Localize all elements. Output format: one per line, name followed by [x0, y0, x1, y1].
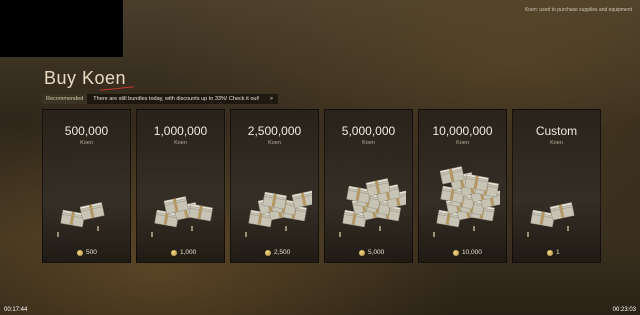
bundle-price: 2,500 [265, 249, 290, 256]
timer-left: 00:17:44 [4, 307, 28, 313]
top-hint: Koen: used to purchase supplies and equi… [524, 7, 632, 13]
page-title: Buy Koen [44, 68, 127, 88]
bundle-price: 10,000 [453, 249, 482, 256]
banknote-stack-icon [527, 202, 575, 237]
banknote-stack-icon [245, 190, 312, 237]
bundle-unit: Koen [174, 140, 187, 146]
bullet-casing [527, 232, 529, 237]
black-overlay [0, 0, 123, 57]
bundle-price: 5,000 [359, 249, 384, 256]
bundle-amount: 1,000,000 [153, 124, 208, 138]
bundle-unit: Koen [80, 140, 93, 146]
banknote-bundle [79, 202, 105, 221]
timer-right: 00:23:03 [612, 307, 636, 313]
banner-message: There are still bundles today, with disc… [93, 96, 260, 102]
bundle-card-4[interactable]: 10,000,000 Koen 10,000 [418, 109, 507, 263]
coin-icon [453, 249, 459, 256]
bundle-amount: Custom [535, 124, 578, 138]
bundle-card-0[interactable]: 500,000 Koen 500 [42, 109, 131, 263]
bullet-casing [285, 226, 287, 231]
bundle-card-3[interactable]: 5,000,000 Koen 5,000 [324, 109, 413, 263]
bundle-list: 500,000 Koen 500 1,000,000 Koen 1,000 2,… [42, 109, 601, 263]
bullet-casing [57, 232, 59, 237]
bundle-unit: Koen [362, 140, 375, 146]
recommended-tag: Recommended [42, 94, 88, 104]
banknote-bundle [188, 203, 213, 222]
bundle-card-1[interactable]: 1,000,000 Koen 1,000 [136, 109, 225, 263]
banknote-stack-icon [339, 178, 406, 237]
bundle-unit: Koen [456, 140, 469, 146]
bullet-casing [379, 226, 381, 231]
bullet-casing [339, 232, 341, 237]
bundle-amount: 2,500,000 [247, 124, 302, 138]
coin-icon [171, 249, 177, 256]
bundle-card-2[interactable]: 2,500,000 Koen 2,500 [230, 109, 319, 263]
bundle-amount: 5,000,000 [341, 124, 396, 138]
bundle-price: 1 [547, 249, 560, 256]
banknote-bundle [291, 190, 312, 209]
bundle-price: 1,000 [171, 249, 196, 256]
banknote-stack-icon [57, 202, 105, 237]
bullet-casing [151, 232, 153, 237]
bundle-amount: 500,000 [64, 124, 109, 138]
coin-icon [265, 249, 271, 256]
bundle-card-5[interactable]: Custom Koen 1 [512, 109, 601, 263]
bullet-casing [433, 232, 435, 237]
bullet-casing [97, 226, 99, 231]
chevron-right-icon[interactable]: > [270, 96, 278, 102]
coin-icon [77, 249, 83, 256]
bullet-casing [567, 226, 569, 231]
bullet-casing [245, 232, 247, 237]
banknote-stack-icon [151, 196, 213, 237]
recommended-banner[interactable]: Recommended There are still bundles toda… [42, 94, 278, 104]
bullet-casing [191, 226, 193, 231]
bullet-casing [473, 226, 475, 231]
banknote-bundle [549, 202, 575, 221]
coin-icon [547, 249, 553, 256]
bundle-unit: Koen [550, 140, 563, 146]
bundle-amount: 10,000,000 [432, 124, 493, 138]
coin-icon [359, 249, 365, 256]
bundle-unit: Koen [268, 140, 281, 146]
bundle-price: 500 [77, 249, 97, 256]
banknote-stack-icon [433, 166, 500, 237]
